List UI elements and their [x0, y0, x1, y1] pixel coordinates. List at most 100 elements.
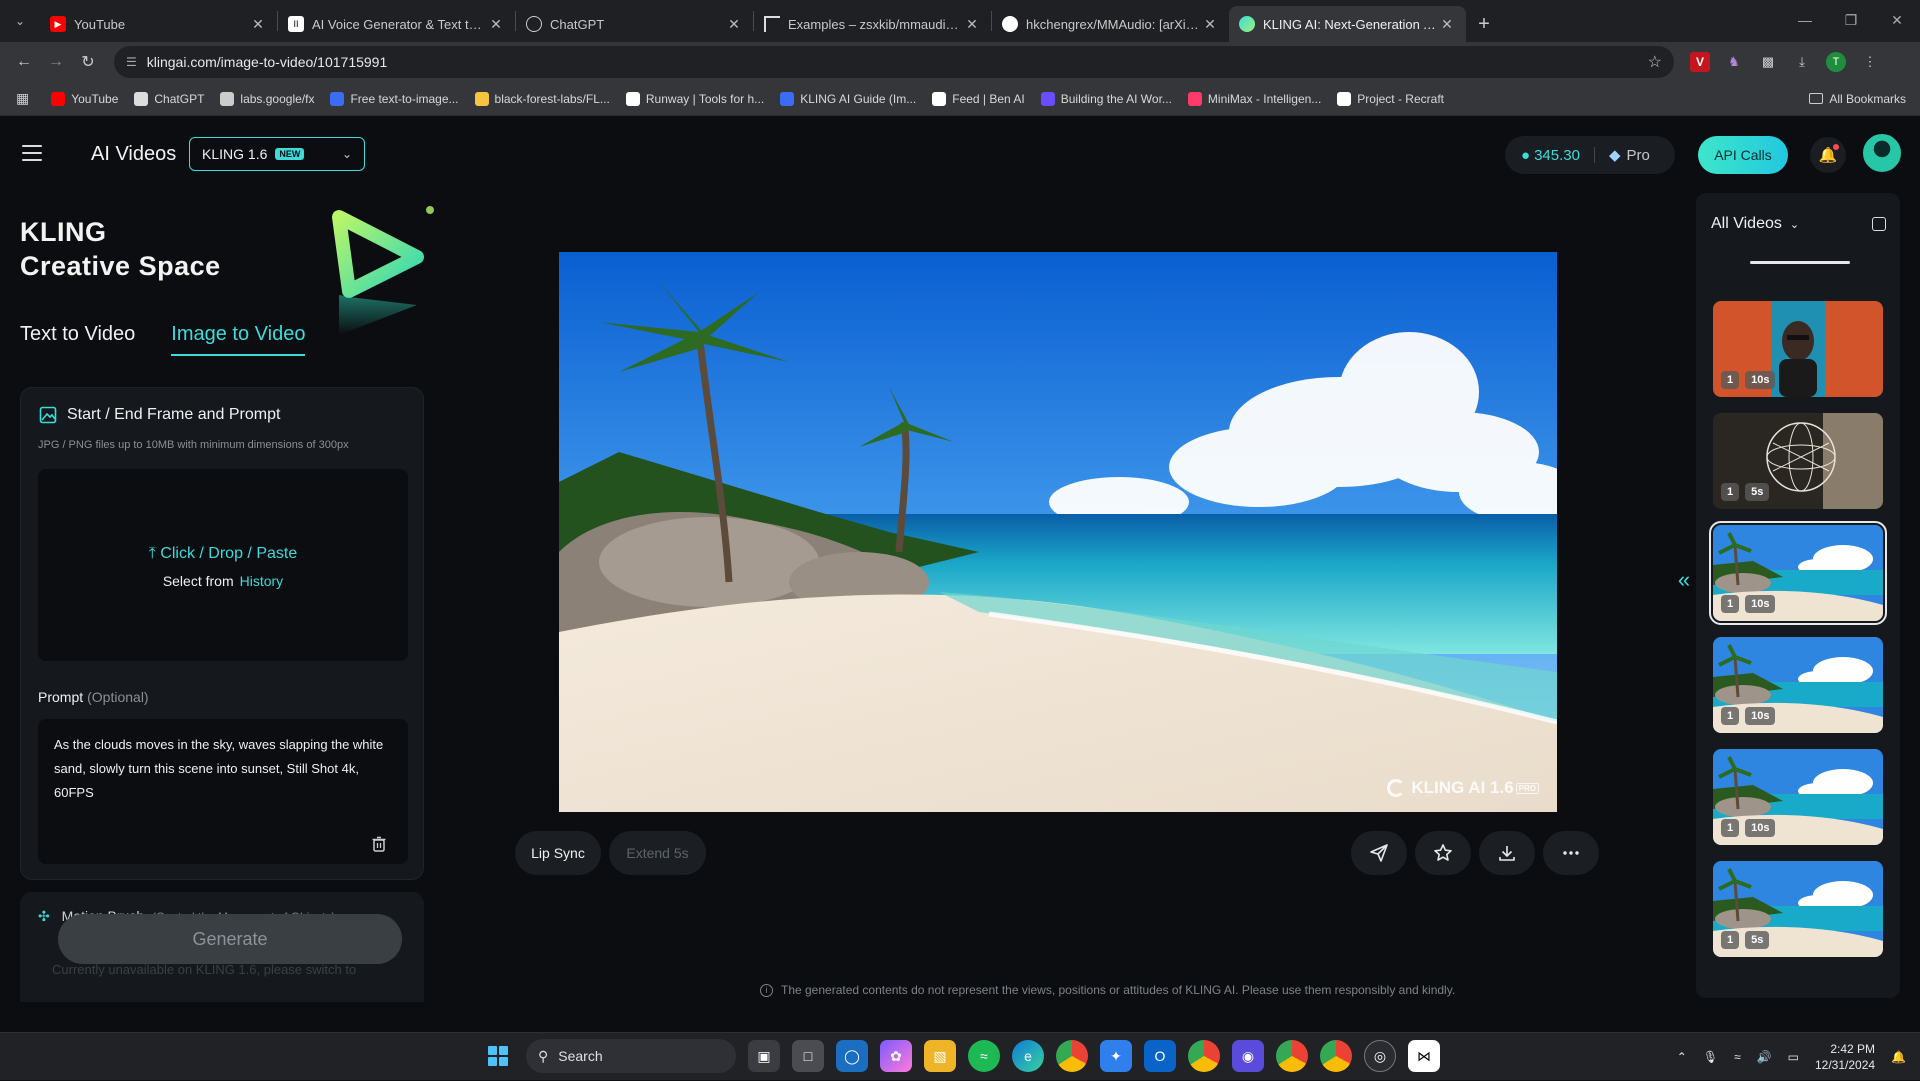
- apps-grid-icon[interactable]: ▦: [16, 90, 29, 107]
- capcut-icon[interactable]: ⋈: [1408, 1040, 1440, 1072]
- bookmark-item[interactable]: Project - Recraft: [1337, 91, 1444, 106]
- generate-button[interactable]: Generate: [58, 914, 402, 964]
- bookmark-star-icon[interactable]: ☆: [1648, 52, 1662, 72]
- chrome-profile-3-icon[interactable]: [1320, 1040, 1352, 1072]
- obs-icon[interactable]: ◎: [1364, 1040, 1396, 1072]
- trash-icon[interactable]: [372, 836, 386, 852]
- video-thumbnail[interactable]: 1 5s: [1713, 413, 1883, 509]
- api-calls-button[interactable]: API Calls: [1698, 136, 1788, 174]
- task-view-icon[interactable]: ▣: [748, 1040, 780, 1072]
- profile-avatar[interactable]: T: [1826, 52, 1846, 72]
- lip-sync-button[interactable]: Lip Sync: [515, 831, 601, 875]
- bookmark-item[interactable]: labs.google/fx: [220, 91, 314, 106]
- close-tab-icon[interactable]: ✕: [1201, 16, 1219, 33]
- bookmark-item[interactable]: ChatGPT: [134, 91, 204, 106]
- forward-icon[interactable]: →: [40, 46, 72, 78]
- photos-app-icon[interactable]: ◯: [836, 1040, 868, 1072]
- favorite-button[interactable]: [1415, 831, 1471, 875]
- tab-text-to-video[interactable]: Text to Video: [20, 323, 135, 356]
- notes-app-icon[interactable]: □: [792, 1040, 824, 1072]
- browser-menu-icon[interactable]: ⋮: [1860, 52, 1880, 72]
- tab-title: YouTube: [74, 16, 126, 32]
- chrome-profile-2-icon[interactable]: [1276, 1040, 1308, 1072]
- url-input[interactable]: ☰ klingai.com/image-to-video/101715991 ☆: [114, 46, 1674, 78]
- app-icon[interactable]: ◉: [1232, 1040, 1264, 1072]
- beach-preview-image: [559, 252, 1557, 812]
- file-explorer-icon[interactable]: ▧: [924, 1040, 956, 1072]
- history-link[interactable]: History: [240, 573, 284, 589]
- close-tab-icon[interactable]: ✕: [1438, 16, 1456, 33]
- video-filter-dropdown[interactable]: All Videos ⌄: [1711, 215, 1799, 233]
- bookmark-item[interactable]: black-forest-labs/FL...: [474, 91, 610, 106]
- video-thumbnail[interactable]: 1 10s: [1713, 637, 1883, 733]
- hamburger-menu-icon[interactable]: [22, 145, 42, 161]
- video-thumbnail[interactable]: 1 10s: [1713, 301, 1883, 397]
- bookmark-item[interactable]: YouTube: [51, 91, 118, 106]
- extension-crown-icon[interactable]: ♞: [1724, 52, 1744, 72]
- tab-github[interactable]: hkchengrex/MMAudio: [arXiv 2 ✕: [992, 6, 1229, 42]
- video-preview[interactable]: KLING AI 1.6 PRO: [559, 252, 1557, 812]
- tools-app-icon[interactable]: ✦: [1100, 1040, 1132, 1072]
- battery-icon[interactable]: ▭: [1788, 1050, 1799, 1064]
- extend-button[interactable]: Extend 5s: [609, 831, 706, 875]
- outlook-icon[interactable]: O: [1144, 1040, 1176, 1072]
- collapse-panel-icon[interactable]: «: [1671, 563, 1697, 597]
- bookmark-item[interactable]: KLING AI Guide (Im...: [780, 91, 916, 106]
- vidiq-extension-icon[interactable]: V: [1690, 52, 1710, 72]
- bookmark-item[interactable]: Building the AI Wor...: [1040, 91, 1172, 106]
- multi-select-icon[interactable]: [1872, 217, 1886, 231]
- tray-chevron-icon[interactable]: ⌃: [1677, 1050, 1687, 1064]
- bookmark-item[interactable]: Free text-to-image...: [330, 91, 459, 106]
- tab-image-to-video[interactable]: Image to Video: [171, 323, 306, 356]
- spotify-icon[interactable]: ≈: [968, 1040, 1000, 1072]
- share-button[interactable]: [1351, 831, 1407, 875]
- close-tab-icon[interactable]: ✕: [725, 16, 743, 33]
- bookmark-item[interactable]: Runway | Tools for h...: [625, 91, 764, 106]
- panel-scrollbar[interactable]: [1750, 261, 1850, 264]
- tab-kling[interactable]: KLING AI: Next-Generation AI C ✕: [1229, 6, 1466, 42]
- close-window-icon[interactable]: ✕: [1874, 0, 1920, 40]
- restore-icon[interactable]: ❐: [1828, 0, 1874, 40]
- tab-replicate[interactable]: Examples – zsxkib/mmaudio – F ✕: [754, 6, 991, 42]
- optional-label: (Optional): [87, 689, 149, 705]
- download-button[interactable]: [1479, 831, 1535, 875]
- all-bookmarks-button[interactable]: All Bookmarks: [1809, 92, 1906, 106]
- tab-search-chevron-icon[interactable]: ⌄: [0, 0, 40, 42]
- reload-icon[interactable]: ↻: [72, 46, 104, 78]
- minimize-icon[interactable]: —: [1782, 0, 1828, 40]
- download-icon[interactable]: ⤓: [1792, 52, 1812, 72]
- windows-start-icon[interactable]: [482, 1040, 514, 1072]
- tab-chatgpt[interactable]: ChatGPT ✕: [516, 6, 753, 42]
- microphone-icon[interactable]: 🎙: [1703, 1050, 1718, 1064]
- new-tab-button[interactable]: +: [1466, 6, 1502, 42]
- chrome-icon[interactable]: [1056, 1040, 1088, 1072]
- edge-icon[interactable]: e: [1012, 1040, 1044, 1072]
- close-tab-icon[interactable]: ✕: [487, 16, 505, 33]
- volume-icon[interactable]: 🔊: [1757, 1050, 1772, 1064]
- video-thumbnail[interactable]: 1 10s: [1713, 749, 1883, 845]
- extensions-puzzle-icon[interactable]: ▩: [1758, 52, 1778, 72]
- site-info-icon[interactable]: ☰: [126, 55, 137, 69]
- more-options-button[interactable]: [1543, 831, 1599, 875]
- video-thumbnail[interactable]: 1 10s: [1709, 521, 1887, 625]
- copilot-icon[interactable]: ✿: [880, 1040, 912, 1072]
- close-tab-icon[interactable]: ✕: [249, 16, 267, 33]
- user-avatar[interactable]: [1863, 134, 1901, 172]
- credits-pill[interactable]: ● 345.30 ◆ Pro: [1505, 136, 1675, 174]
- notifications-button[interactable]: 🔔: [1810, 137, 1846, 173]
- bookmark-item[interactable]: Feed | Ben AI: [932, 91, 1025, 106]
- chrome-profile-icon[interactable]: [1188, 1040, 1220, 1072]
- model-selector[interactable]: KLING 1.6 NEW ⌄: [189, 137, 365, 171]
- wifi-icon[interactable]: ≈: [1734, 1050, 1741, 1064]
- image-upload-dropzone[interactable]: ⤒ Click / Drop / Paste Select from Histor…: [38, 469, 408, 661]
- tab-youtube[interactable]: ▶ YouTube ✕: [40, 6, 277, 42]
- clock[interactable]: 2:42 PM 12/31/2024: [1815, 1041, 1875, 1073]
- tab-elevenlabs[interactable]: II AI Voice Generator & Text to Sp ✕: [278, 6, 515, 42]
- close-tab-icon[interactable]: ✕: [963, 16, 981, 33]
- taskbar-search[interactable]: ⚲ Search: [526, 1039, 736, 1073]
- bookmark-item[interactable]: MiniMax - Intelligen...: [1187, 91, 1321, 106]
- prompt-textarea[interactable]: As the clouds moves in the sky, waves sl…: [38, 719, 408, 864]
- video-thumbnail[interactable]: 1 5s: [1713, 861, 1883, 957]
- back-icon[interactable]: ←: [8, 46, 40, 78]
- notification-center-icon[interactable]: 🔔: [1891, 1050, 1906, 1064]
